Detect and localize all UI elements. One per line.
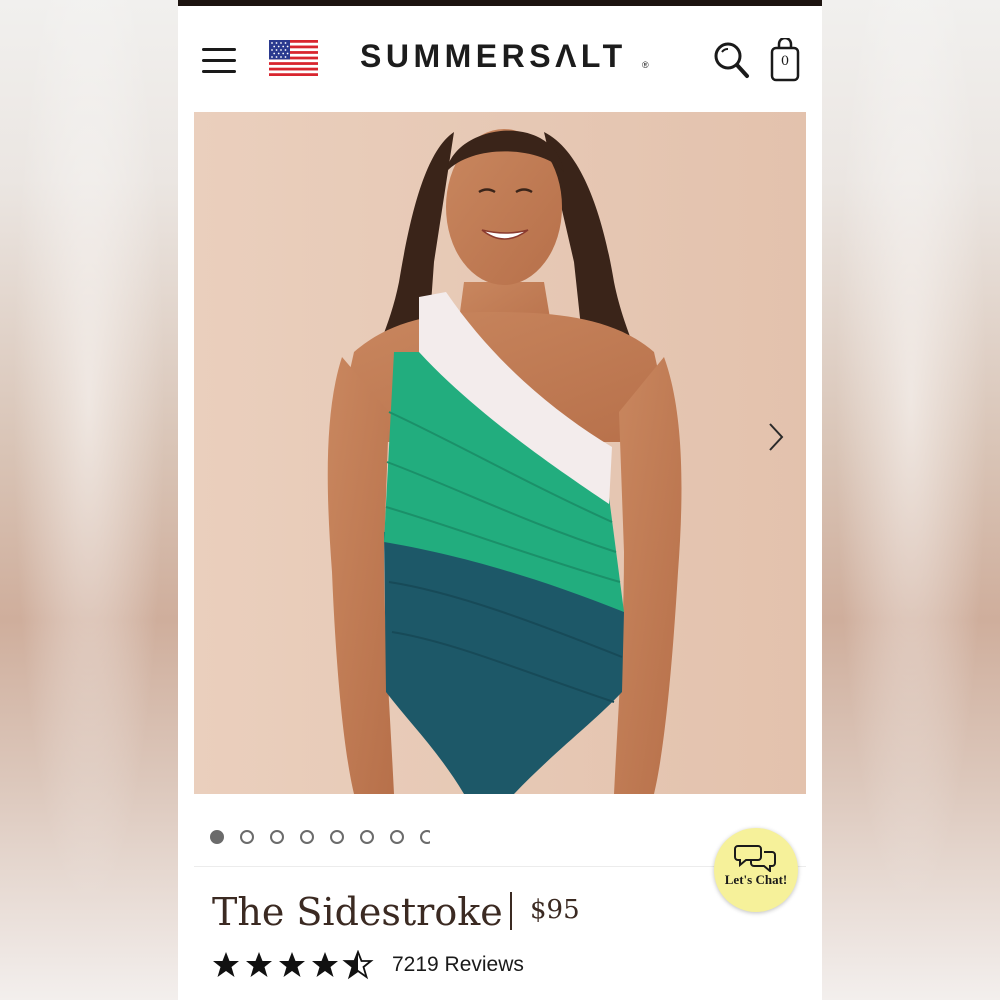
gallery-dot[interactable] — [420, 830, 430, 844]
background-right — [822, 0, 1000, 1000]
cart-count: 0 — [780, 54, 790, 69]
rating-stars[interactable] — [212, 950, 377, 980]
product-image[interactable] — [194, 112, 806, 794]
us-flag-icon[interactable] — [269, 40, 318, 76]
gallery-dot[interactable] — [240, 830, 254, 844]
search-icon[interactable] — [712, 40, 750, 80]
chat-bubbles-icon — [734, 845, 776, 872]
phone-screen: SUMMERSΛLT ® 0 Let's Chat! The Sidestrok… — [178, 0, 822, 1000]
product-rating: 7219 Reviews — [212, 948, 612, 982]
reviews-link[interactable]: 7219 Reviews — [392, 950, 524, 980]
gallery-dot[interactable] — [390, 830, 404, 844]
title-separator — [510, 892, 512, 930]
star-icon — [279, 952, 305, 977]
star-icon — [213, 952, 239, 977]
half-star-icon — [342, 950, 374, 980]
gallery-dot[interactable] — [360, 830, 374, 844]
gallery-pagination — [210, 829, 430, 849]
product-title: The Sidestroke — [212, 890, 503, 934]
cart-button[interactable]: 0 — [770, 38, 800, 82]
gallery-dot[interactable] — [300, 830, 314, 844]
site-header: SUMMERSΛLT ® 0 — [178, 6, 822, 106]
brand-logo[interactable]: SUMMERSΛLT — [360, 34, 627, 78]
chevron-right-icon[interactable] — [764, 420, 788, 454]
product-price: $95 — [530, 895, 580, 925]
gallery-dot[interactable] — [330, 830, 344, 844]
model-swimsuit-photo — [194, 112, 806, 794]
star-icon — [312, 952, 338, 977]
star-icon — [246, 952, 272, 977]
gallery-dot[interactable] — [270, 830, 284, 844]
chat-button[interactable]: Let's Chat! — [714, 828, 798, 912]
gallery-dot[interactable] — [210, 830, 224, 844]
background-left — [0, 0, 178, 1000]
menu-icon[interactable] — [202, 48, 236, 74]
registered-mark: ® — [642, 60, 649, 70]
chat-label: Let's Chat! — [724, 872, 788, 887]
